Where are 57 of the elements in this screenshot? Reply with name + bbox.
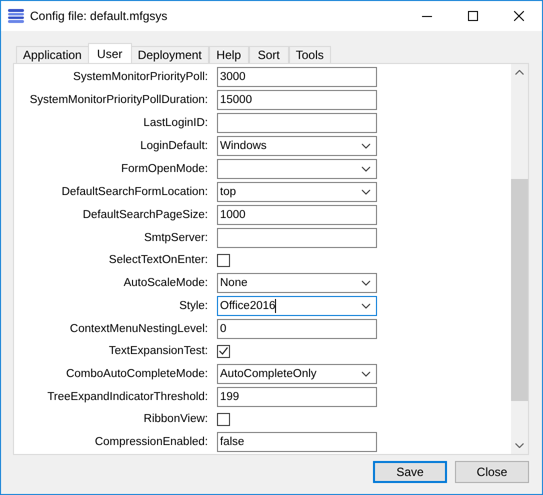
chevron-down-icon[interactable] <box>515 443 524 448</box>
dropdown-field[interactable]: Office2016 <box>217 296 377 316</box>
window-title: Config file: default.mfgsys <box>30 9 168 23</box>
text-field[interactable]: false <box>217 432 377 452</box>
setting-label: CompressionEnabled: <box>94 436 209 448</box>
setting-label: FormOpenMode: <box>120 162 209 174</box>
setting-label: TextExpansionTest: <box>108 345 209 357</box>
setting-label: LoginDefault: <box>139 140 209 152</box>
database-icon <box>8 9 24 23</box>
chevron-up-icon[interactable] <box>515 70 524 75</box>
setting-label: ContextMenuNestingLevel: <box>68 322 209 334</box>
chevron-down-icon <box>361 188 371 194</box>
dropdown-field[interactable]: top <box>217 182 377 202</box>
chevron-down-icon <box>361 166 371 172</box>
checkbox[interactable] <box>217 344 230 358</box>
text-field[interactable]: 199 <box>217 386 377 406</box>
text-field[interactable]: 3000 <box>217 66 377 86</box>
scrollbar[interactable] <box>511 64 528 454</box>
dropdown-field[interactable]: Windows <box>217 136 377 156</box>
setting-label: LastLoginID: <box>142 116 209 128</box>
text-field[interactable]: 15000 <box>217 90 377 110</box>
dialog-button[interactable]: Close <box>455 461 529 483</box>
tab[interactable]: Tools <box>288 46 331 63</box>
setting-label: SystemMonitorPriorityPollDuration: <box>28 94 209 106</box>
checkbox[interactable] <box>217 412 230 426</box>
text-field[interactable]: 0 <box>217 318 377 338</box>
text-field[interactable] <box>217 112 377 132</box>
dropdown-field[interactable] <box>217 158 377 178</box>
tab[interactable]: Application <box>16 46 89 63</box>
tab[interactable]: User <box>88 43 132 63</box>
text-field[interactable]: 1000 <box>217 204 377 224</box>
dropdown-field[interactable]: AutoCompleteOnly <box>217 364 377 384</box>
setting-label: Style: <box>178 300 209 312</box>
setting-label: ComboAutoCompleteMode: <box>65 368 209 380</box>
setting-label: DefaultSearchFormLocation: <box>60 186 209 198</box>
chevron-down-icon <box>361 142 371 148</box>
setting-label: SmtpServer: <box>143 232 209 244</box>
chevron-down-icon <box>361 302 371 308</box>
dropdown-field[interactable]: None <box>217 272 377 292</box>
tab[interactable]: Deployment <box>130 46 209 63</box>
setting-label: SystemMonitorPriorityPoll: <box>72 70 209 82</box>
close-icon <box>514 11 524 21</box>
checkbox[interactable] <box>217 254 230 266</box>
setting-label: AutoScaleMode: <box>122 276 209 288</box>
tab[interactable]: Sort <box>248 46 289 63</box>
setting-label: TreeExpandIndicatorThreshold: <box>46 390 209 402</box>
dialog-button[interactable]: Save <box>373 461 447 483</box>
chevron-down-icon <box>361 280 371 286</box>
scrollbar-thumb[interactable] <box>511 179 528 401</box>
text-field[interactable] <box>217 228 377 248</box>
chevron-down-icon <box>361 370 371 376</box>
maximize-icon <box>468 11 478 21</box>
setting-label: DefaultSearchPageSize: <box>82 208 209 220</box>
tab[interactable]: Help <box>208 46 249 63</box>
setting-label: RibbonView: <box>142 413 209 425</box>
setting-label: SelectTextOnEnter: <box>108 254 209 266</box>
checkmark-icon <box>219 347 228 355</box>
